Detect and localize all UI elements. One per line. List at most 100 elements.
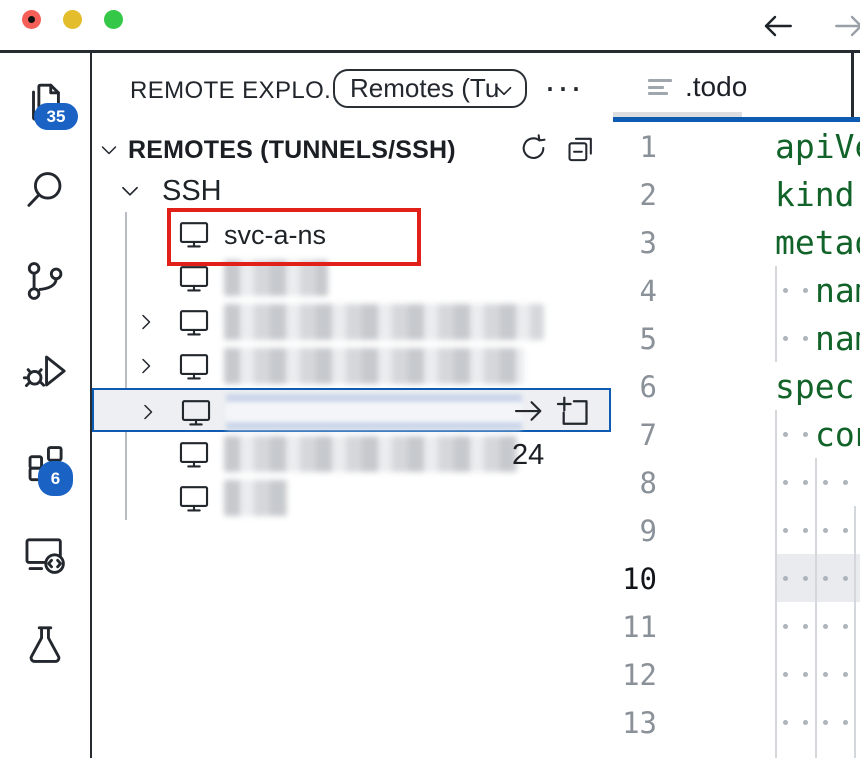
redacted-label	[224, 480, 288, 516]
history-forward-button[interactable]	[831, 8, 860, 44]
line-number: 6	[639, 370, 657, 404]
badge-count: 35	[34, 103, 78, 130]
activity-item-remote-explorer[interactable]	[22, 531, 68, 577]
line-number: 8	[639, 466, 657, 500]
line-number: 3	[639, 226, 657, 260]
code-line-3[interactable]: 3 metad	[613, 218, 860, 266]
activity-item-run-debug[interactable]	[22, 349, 68, 395]
connect-new-window-icon[interactable]	[555, 394, 591, 430]
line-number: 10	[622, 562, 657, 596]
whitespace-dot	[843, 672, 848, 677]
line-number: 4	[639, 274, 657, 308]
traffic-light-minimize[interactable]	[63, 10, 82, 29]
code-token: kind	[775, 175, 855, 214]
whitespace-dot	[823, 480, 828, 485]
tab-todo[interactable]: .todo	[613, 53, 851, 117]
whitespace-dot	[843, 624, 848, 629]
whitespace-dot	[803, 720, 808, 725]
whitespace-dot	[803, 288, 808, 293]
line-number: 5	[639, 322, 657, 356]
code-line-7[interactable]: 7 con	[613, 410, 860, 458]
activity-item-search[interactable]	[22, 167, 68, 213]
section-title: REMOTES (TUNNELS/SSH)	[128, 136, 456, 164]
line-number: 9	[639, 514, 657, 548]
whitespace-dot	[823, 576, 828, 581]
code-line-5[interactable]: 5 nam	[613, 314, 860, 362]
whitespace-dot	[843, 480, 848, 485]
tree-item-redacted[interactable]	[92, 388, 611, 432]
whitespace-dot	[803, 336, 808, 341]
whitespace-dot	[843, 528, 848, 533]
code-line-10[interactable]: 10	[613, 554, 860, 602]
line-number: 13	[622, 706, 657, 740]
vm-icon	[176, 305, 212, 339]
vm-icon	[176, 481, 212, 515]
code-line-13[interactable]: 13	[613, 698, 860, 746]
chevron-down-icon	[117, 178, 143, 204]
traffic-light-zoom[interactable]	[104, 10, 123, 29]
activity-item-explorer[interactable]: 35	[22, 79, 78, 130]
traffic-light-close[interactable]	[22, 10, 41, 29]
collapse-all-icon[interactable]	[565, 133, 596, 164]
line-number: 12	[622, 658, 657, 692]
code-line-8[interactable]: 8-	[613, 458, 860, 506]
whitespace-dot	[803, 480, 808, 485]
remotes-section-header[interactable]: REMOTES (TUNNELS/SSH)	[92, 130, 611, 168]
code-line-9[interactable]: 9	[613, 506, 860, 554]
code-line-1[interactable]: 1 apiVe	[613, 122, 860, 170]
source-control-icon	[22, 258, 68, 304]
beaker-icon	[22, 622, 68, 668]
activity-item-source-control[interactable]	[22, 258, 68, 304]
whitespace-dot	[803, 432, 808, 437]
code-line-4[interactable]: 4 nam	[613, 266, 860, 314]
code-token: nam	[815, 319, 860, 358]
code-token: con	[815, 415, 860, 454]
activity-bar: 35 6	[0, 53, 90, 758]
chevron-down-icon	[491, 78, 517, 104]
refresh-icon[interactable]	[518, 133, 549, 164]
whitespace-dot	[843, 576, 848, 581]
connect-current-window-icon[interactable]	[511, 394, 547, 430]
tab-separator	[851, 53, 854, 117]
dropdown-label: Remotes (Tu	[350, 73, 500, 103]
line-number: 1	[639, 130, 657, 164]
whitespace-dot	[783, 336, 788, 341]
line-number: 2	[639, 178, 657, 212]
code-viewport[interactable]: 1apiVe 2 kind 3metad4nam 5 nam 6 spec 7con8- 9 10 1…	[613, 122, 860, 758]
tree-item-label-suffix: 24	[512, 439, 545, 471]
history-back-button[interactable]	[760, 8, 796, 44]
chevron-right-icon[interactable]	[134, 310, 158, 334]
code-line-6[interactable]: 6 spec	[613, 362, 860, 410]
tab-label: .todo	[685, 71, 748, 102]
code-line-11[interactable]: 11	[613, 602, 860, 650]
indent-guide	[775, 266, 777, 362]
whitespace-dot	[783, 672, 788, 677]
activity-item-testing[interactable]	[22, 622, 68, 668]
activity-item-extensions[interactable]: 6	[22, 441, 73, 496]
chevron-right-icon[interactable]	[134, 354, 158, 378]
redacted-label	[226, 394, 522, 430]
tree-item-redacted[interactable]	[92, 344, 611, 388]
tree-root-label: SSH	[162, 175, 222, 207]
tree-item-ssh[interactable]: SSH	[92, 170, 611, 212]
vm-icon	[178, 395, 214, 429]
code-line-12[interactable]: 12	[613, 650, 860, 698]
tree-item-redacted[interactable]: 24	[92, 432, 611, 476]
remote-explorer-icon	[22, 531, 68, 577]
chevron-right-icon[interactable]	[136, 400, 160, 424]
whitespace-dot	[783, 528, 788, 533]
debug-icon	[22, 349, 68, 395]
tree-item-redacted[interactable]	[92, 476, 611, 520]
whitespace-dot	[783, 720, 788, 725]
more-actions-button[interactable]: ···	[544, 66, 583, 108]
tree-item-redacted[interactable]	[92, 300, 611, 344]
remote-scope-dropdown[interactable]: Remotes (Tu	[333, 69, 527, 108]
redacted-label	[224, 436, 518, 472]
whitespace-dot	[823, 528, 828, 533]
arrow-right-icon	[835, 15, 860, 37]
whitespace-dot	[823, 624, 828, 629]
search-icon	[22, 167, 68, 213]
code-token: spec	[775, 367, 855, 406]
whitespace-dot	[803, 624, 808, 629]
code-line-2[interactable]: 2 kind	[613, 170, 860, 218]
